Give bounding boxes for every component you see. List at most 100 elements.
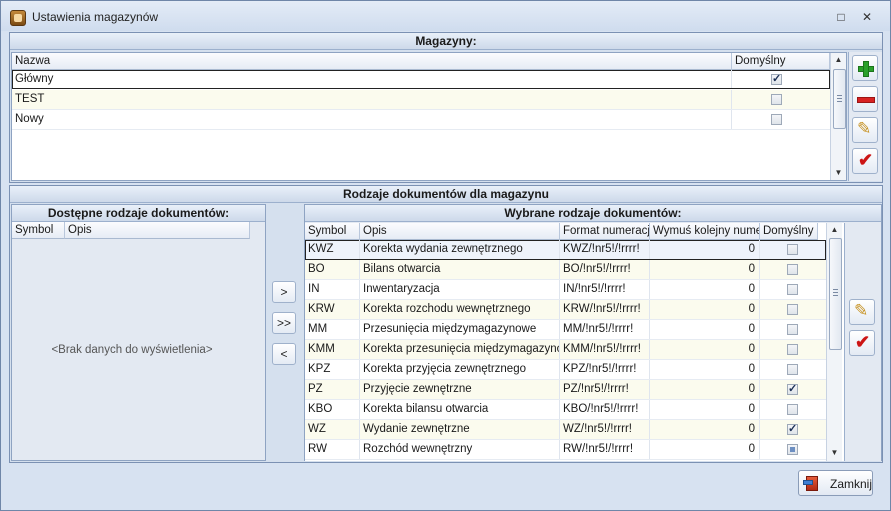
col-header-desc[interactable]: Opis [360,223,560,240]
col-header-default[interactable]: Domyślny [732,53,830,70]
doctype-symbol: WZ [305,420,360,439]
doctype-symbol: BO [305,260,360,279]
doctype-desc: Bilans otwarcia [360,260,560,279]
default-checkbox[interactable] [787,304,798,315]
default-checkbox[interactable] [771,114,782,125]
doctype-force: 0 [650,320,760,339]
warehouse-row[interactable]: Główny [12,70,830,89]
warehouse-name: Główny [12,70,732,88]
close-button-label: Zamknij [830,477,873,491]
doctype-force: 0 [650,300,760,319]
close-button[interactable]: Zamknij [798,470,873,496]
doctype-desc: Korekta bilansu otwarcia [360,400,560,419]
doctype-force: 0 [650,380,760,399]
scroll-thumb[interactable] [829,238,842,350]
doctype-symbol: KPZ [305,360,360,379]
col-header-symbol[interactable]: Symbol [12,222,65,239]
confirm-warehouse-button[interactable]: ✔ [852,148,878,174]
doctype-desc: Przesunięcia międzymagazynowe [360,320,560,339]
doctypes-scrollbar[interactable]: ▲ ▼ [826,223,842,461]
default-checkbox[interactable] [771,94,782,105]
default-checkbox[interactable] [787,244,798,255]
doctype-symbol: KMM [305,340,360,359]
doctype-desc: Wydanie zewnętrzne [360,420,560,439]
doctype-format: RW/!nr5!/!rrrr! [560,440,650,459]
default-checkbox[interactable] [787,382,798,395]
col-header-desc[interactable]: Opis [65,222,250,239]
doctype-symbol: PZ [305,380,360,399]
default-checkbox[interactable] [787,404,798,415]
selected-heading: Wybrane rodzaje dokumentów: [305,205,881,222]
add-warehouse-button[interactable] [852,55,878,81]
doctype-row[interactable]: KRW Korekta rozchodu wewnętrznego KRW/!nr5… [305,300,826,320]
default-checkbox[interactable] [771,72,782,85]
doctype-row[interactable]: RW Rozchód wewnętrzny RW/!nr5!/!rrrr! 0 [305,440,826,460]
default-checkbox[interactable] [787,284,798,295]
scroll-thumb[interactable] [833,69,846,129]
selected-grid: Symbol Opis Format numeracji Wymuś kolej… [305,223,844,461]
scroll-down-icon[interactable]: ▼ [827,446,842,460]
doctype-row[interactable]: IN Inwentaryzacja IN/!nr5!/!rrrr! 0 [305,280,826,300]
doctype-row[interactable]: KPZ Korekta przyjęcia zewnętrznego KPZ/!nr… [305,360,826,380]
col-header-force[interactable]: Wymuś kolejny numer [650,223,760,240]
col-header-format[interactable]: Format numeracji [560,223,650,240]
doctype-force: 0 [650,280,760,299]
scroll-down-icon[interactable]: ▼ [831,166,846,180]
col-header-default[interactable]: Domyślny [760,223,818,240]
available-heading: Dostępne rodzaje dokumentów: [12,205,265,222]
doctype-format: KBO/!nr5!/!rrrr! [560,400,650,419]
warehouses-scrollbar[interactable]: ▲ ▼ [830,53,846,180]
pencil-icon: ✎ [854,301,869,320]
default-checkbox[interactable] [787,264,798,275]
doctype-row[interactable]: PZ Przyjęcie zewnętrzne PZ/!nr5!/!rrrr! 0 [305,380,826,400]
col-header-symbol[interactable]: Symbol [305,223,360,240]
restore-icon[interactable]: □ [833,10,849,24]
warehouse-name: TEST [12,90,732,109]
add-doctype-button[interactable]: > [272,281,296,303]
doctype-format: BO/!nr5!/!rrrr! [560,260,650,279]
default-checkbox[interactable] [787,364,798,375]
title-bar: Ustawienia magazynów □ ✕ [1,1,890,31]
confirm-doctype-button[interactable]: ✔ [849,330,875,356]
remove-doctype-button[interactable]: < [272,343,296,365]
pencil-icon: ✎ [857,119,872,138]
doctype-symbol: MM [305,320,360,339]
default-checkbox[interactable] [787,324,798,335]
doctypes-heading: Rodzaje dokumentów dla magazynu [10,186,882,203]
doctype-format: KWZ/!nr5!/!rrrr! [560,240,650,259]
doctype-row[interactable]: KWZ Korekta wydania zewnętrznego KWZ/!nr5!… [305,240,826,260]
doctype-row[interactable]: WZ Wydanie zewnętrzne WZ/!nr5!/!rrrr! 0 [305,420,826,440]
doctype-row[interactable]: BO Bilans otwarcia BO/!nr5!/!rrrr! 0 [305,260,826,280]
col-header-name[interactable]: Nazwa [12,53,732,70]
empty-message: <Brak danych do wyświetlenia> [51,344,213,356]
doctype-row[interactable]: KBO Korekta bilansu otwarcia KBO/!nr5!/!rr… [305,400,826,420]
doctype-row[interactable]: KMMKorekta przesunięcia międzymagazynowe… [305,340,826,360]
doctype-symbol: RW [305,440,360,459]
remove-warehouse-button[interactable] [852,86,878,112]
scroll-up-icon[interactable]: ▲ [827,223,842,237]
doctype-desc: Rozchód wewnętrzny [360,440,560,459]
doctype-desc: Korekta przyjęcia zewnętrznego [360,360,560,379]
add-all-doctypes-button[interactable]: >> [272,312,296,334]
scroll-up-icon[interactable]: ▲ [831,53,846,67]
doctype-force: 0 [650,420,760,439]
doctype-symbol: KRW [305,300,360,319]
app-icon [10,10,26,26]
warehouse-row[interactable]: Nowy [12,110,830,130]
doctype-format: KRW/!nr5!/!rrrr! [560,300,650,319]
default-checkbox[interactable] [787,422,798,435]
close-icon[interactable]: ✕ [859,10,875,24]
warehouse-row[interactable]: TEST [12,90,830,110]
warehouses-panel: Magazyny: Nazwa Domyślny Główny TEST Now… [9,32,883,183]
default-checkbox[interactable] [787,344,798,355]
doctypes-panel: Rodzaje dokumentów dla magazynu Dostępne… [9,185,883,463]
edit-warehouse-button[interactable]: ✎ [852,117,878,143]
doctype-symbol: KWZ [305,240,360,259]
doctype-desc: Korekta wydania zewnętrznego [360,240,560,259]
edit-doctype-button[interactable]: ✎ [849,299,875,325]
default-checkbox[interactable] [787,444,798,455]
doctype-format: WZ/!nr5!/!rrrr! [560,420,650,439]
available-grid: Symbol Opis <Brak danych do wyświetlenia… [12,222,252,460]
doctype-format: MM/!nr5!/!rrrr! [560,320,650,339]
doctype-row[interactable]: MM Przesunięcia międzymagazynowe MM/!nr5!/… [305,320,826,340]
